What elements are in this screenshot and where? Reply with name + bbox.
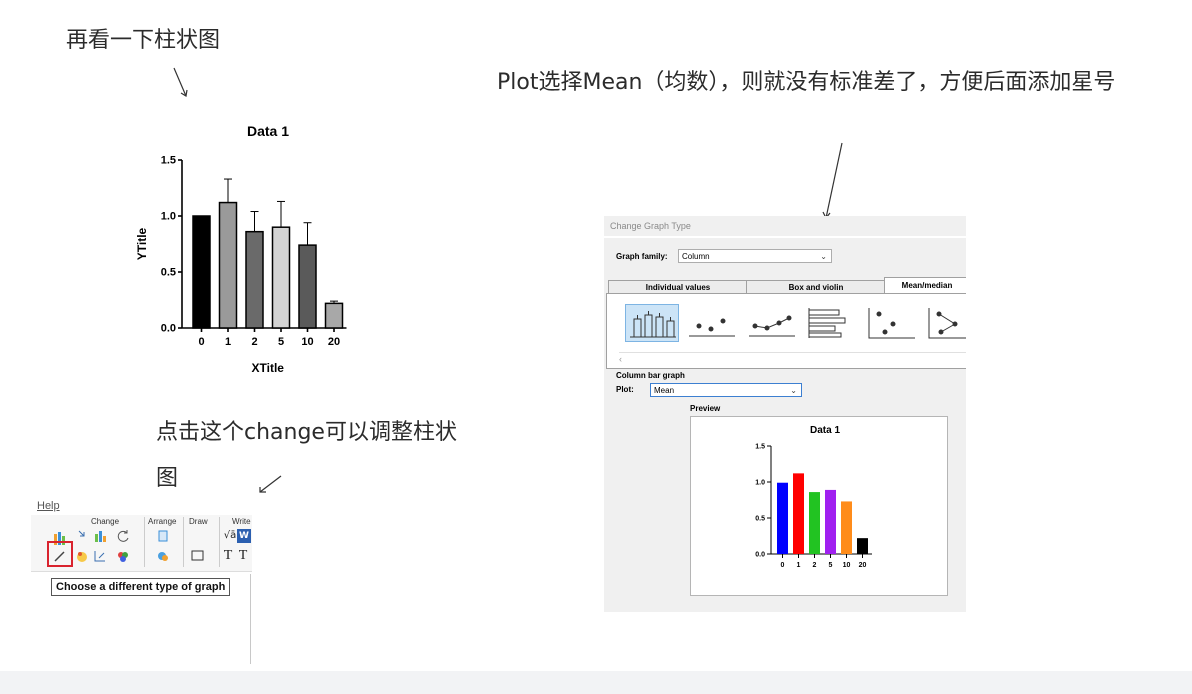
toolbar-ribbon: Change Arrange Draw Write √ā W T T [31, 515, 252, 572]
x-tick-label: 1 [225, 336, 231, 348]
arrow-to-chart [173, 67, 187, 97]
tab-individual-values[interactable]: Individual values [608, 280, 748, 294]
bar-0 [777, 482, 788, 554]
x-tick-label: 2 [251, 336, 257, 348]
gallery-scrollbar[interactable]: ‹ [619, 352, 966, 365]
chevron-down-icon: ⌄ [790, 386, 797, 395]
y-tick-label: 0.0 [161, 323, 176, 335]
shrink-arrows-icon[interactable] [77, 529, 91, 543]
x-tick-label: 0 [198, 336, 204, 348]
prism-toolbar-screenshot: Help Change Arrange Draw Write √ā W T T … [31, 498, 252, 664]
bar-5 [825, 489, 836, 554]
y-tick-label: 1.5 [755, 443, 765, 450]
graph-family-select[interactable]: Column ⌄ [678, 249, 832, 263]
y-tick-label: 1.0 [755, 479, 765, 486]
annotation-look-again: 再看一下柱状图 [66, 28, 221, 53]
x-tick-label: 20 [328, 336, 340, 348]
draw-group-label: Draw [189, 517, 208, 526]
change-button-highlight[interactable] [47, 541, 73, 567]
x-tick-label: 0 [781, 562, 785, 569]
arrange-icon[interactable] [156, 529, 170, 543]
x-tick-label: 5 [278, 336, 284, 348]
bar-chart-icon[interactable] [93, 529, 107, 543]
bar-20 [857, 538, 868, 554]
x-tick-label: 10 [843, 562, 851, 569]
text-tool-icon[interactable]: T [221, 549, 235, 563]
y-tick-label: 1.5 [161, 155, 176, 167]
graph-family-label: Graph family: [616, 252, 668, 261]
x-tick-label: 5 [829, 562, 833, 569]
graph-type-gallery: ‹ [606, 293, 966, 369]
x-tick-label: 10 [301, 336, 313, 348]
preview-bar-chart: Data 1 0.0 0.5 1.0 1.5 0 1 2 5 10 20 [755, 425, 872, 569]
page-footer-bar [0, 671, 1192, 694]
top-bar-chart: Data 1 0.0 0.5 1.0 1.5 0 1 2 5 10 20 XTitle YTitle [135, 123, 347, 375]
scatter-mean-thumb[interactable] [685, 304, 739, 342]
y-tick-label: 0.5 [161, 267, 176, 279]
preview-label: Preview [690, 404, 721, 413]
equation-icon[interactable]: √ā [223, 529, 237, 543]
connected-dot-thumb[interactable] [925, 304, 966, 342]
bar-10 [841, 501, 852, 554]
text-format-icon[interactable]: T [236, 549, 250, 563]
section-column-bar-graph: Column bar graph [616, 371, 685, 380]
tooltip-change-graph: Choose a different type of graph [51, 578, 231, 596]
bar-0 [192, 215, 211, 329]
x-axis-label: XTitle [252, 361, 285, 375]
column-bar-graph-thumb[interactable] [625, 304, 679, 342]
format-axes-icon[interactable] [93, 549, 107, 563]
arrange-group-label: Arrange [148, 517, 177, 526]
y-tick-label: 0.0 [755, 551, 765, 558]
annotation-click-change: 点击这个change可以调整柱状图 [156, 420, 457, 491]
dialog-title: Change Graph Type [610, 221, 691, 231]
plot-value: Mean [654, 386, 675, 395]
refresh-icon[interactable] [116, 529, 130, 543]
graph-family-value: Column [682, 252, 710, 261]
color-scheme-icon[interactable] [75, 549, 89, 563]
y-axis-label: YTitle [135, 227, 149, 260]
scroll-left-icon[interactable]: ‹ [619, 354, 622, 364]
rectangle-tool-icon[interactable] [191, 549, 205, 563]
bar-2 [809, 492, 820, 554]
line-mean-thumb[interactable] [745, 304, 799, 342]
preview-panel: Data 1 0.0 0.5 1.0 1.5 0 1 2 5 10 20 [690, 416, 948, 596]
dot-plot-thumb[interactable] [865, 304, 919, 342]
palette-icon[interactable] [116, 549, 130, 563]
bar-2 [245, 230, 264, 329]
bar-10 [298, 244, 317, 329]
plot-select[interactable]: Mean ⌄ [650, 383, 802, 397]
x-tick-label: 1 [797, 562, 801, 569]
bar-20 [324, 302, 344, 329]
change-graph-type-dialog: Change Graph Type Graph family: Column ⌄… [604, 216, 966, 612]
bar-1 [793, 473, 804, 554]
x-tick-label: 2 [813, 562, 817, 569]
help-menu[interactable]: Help [37, 500, 60, 512]
word-icon[interactable]: W [237, 529, 251, 543]
bar-5 [271, 226, 291, 329]
write-group-label: Write [232, 517, 251, 526]
change-group-label: Change [91, 517, 120, 526]
chevron-down-icon: ⌄ [820, 252, 827, 261]
chart-title: Data 1 [247, 123, 289, 139]
tab-mean-median[interactable]: Mean/median [884, 277, 966, 294]
tab-box-and-violin[interactable]: Box and violin [746, 280, 886, 294]
plot-label: Plot: [616, 385, 634, 394]
y-tick-label: 1.0 [161, 211, 176, 223]
bar-1 [218, 201, 238, 329]
chart-title: Data 1 [810, 425, 840, 436]
x-tick-label: 20 [859, 562, 867, 569]
y-tick-label: 0.5 [755, 515, 765, 522]
align-icon[interactable] [156, 549, 170, 563]
annotation-plot-mean: Plot选择Mean（均数），则就没有标准差了，方便后面添加星号 [497, 70, 1116, 95]
arrow-to-dialog [825, 142, 843, 219]
horizontal-bar-thumb[interactable] [805, 304, 859, 342]
